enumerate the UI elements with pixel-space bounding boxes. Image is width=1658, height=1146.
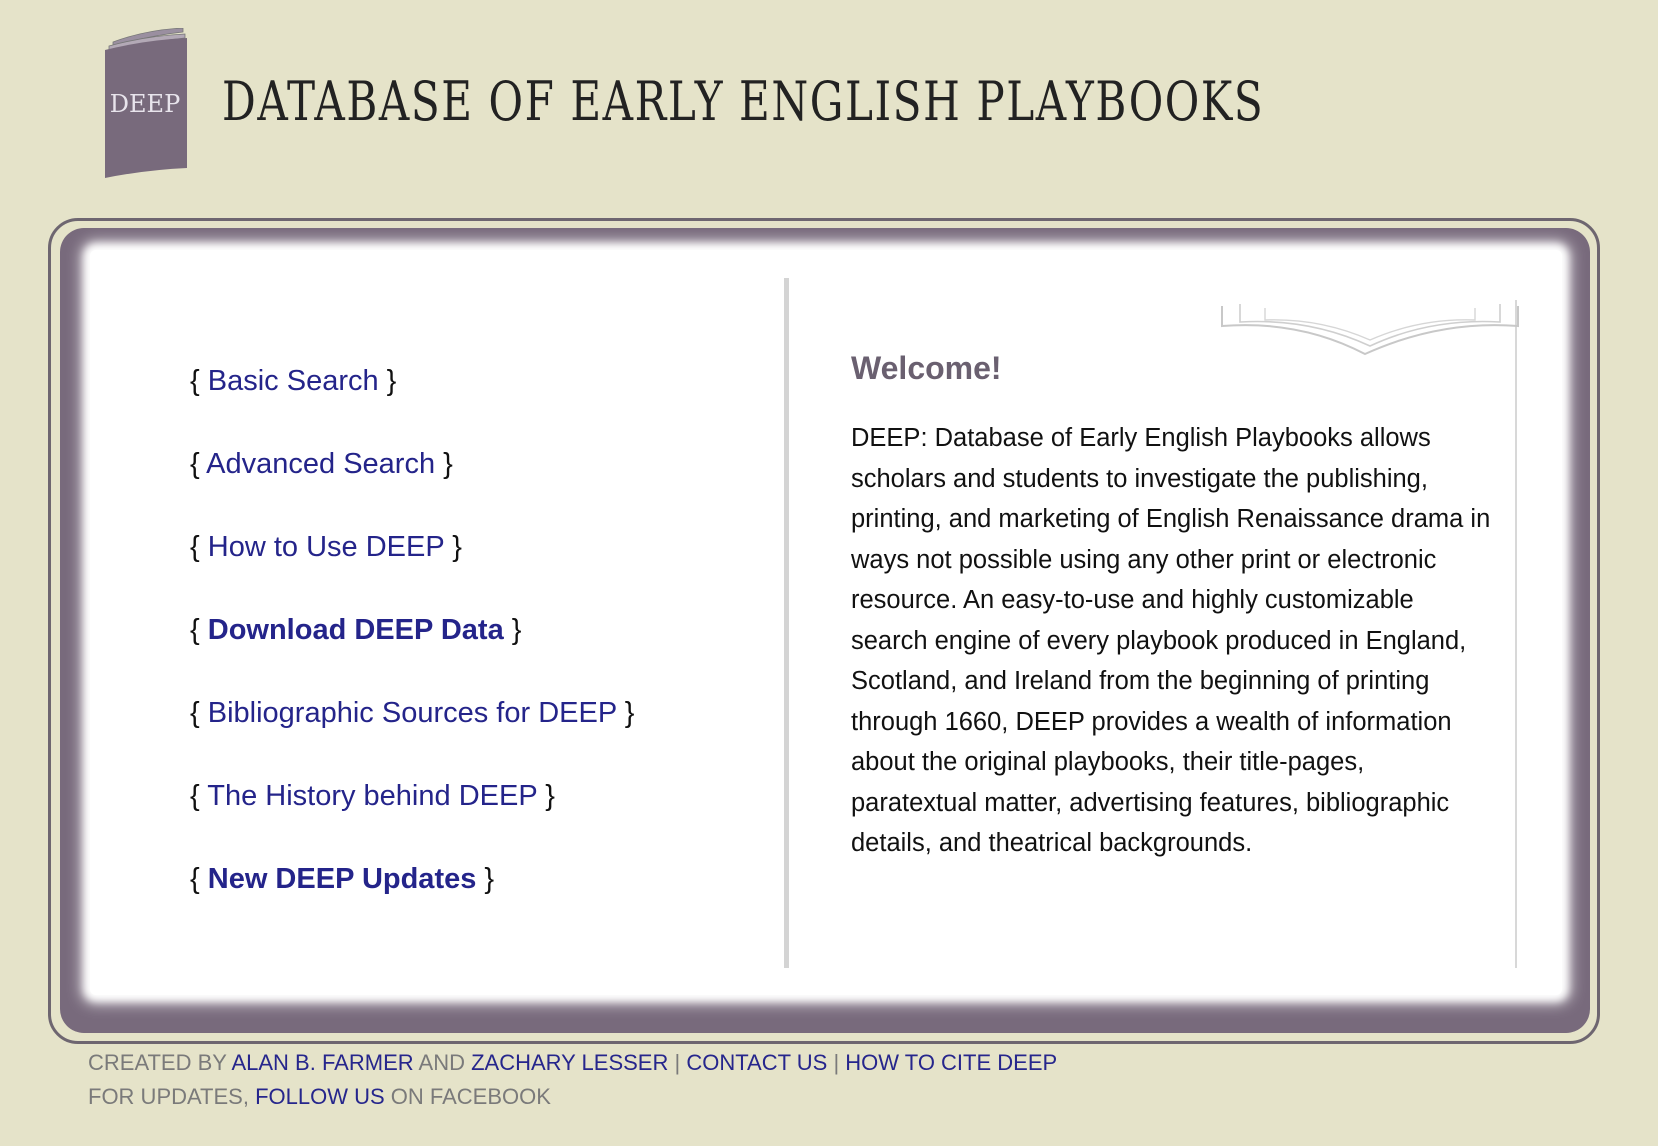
updates-link[interactable]: New DEEP Updates [208, 863, 477, 895]
nav-item-how-to-use: { How to Use DEEP } [190, 530, 634, 564]
author-lesser-link[interactable]: ZACHARY LESSER [471, 1050, 668, 1075]
created-by-label: CREATED BY [88, 1050, 227, 1075]
contact-us-link[interactable]: CONTACT US [686, 1050, 827, 1075]
and-label: AND [418, 1050, 465, 1075]
footer-credits-line: CREATED BY ALAN B. FARMER AND ZACHARY LE… [88, 1046, 1057, 1080]
close-brace: } [545, 780, 555, 812]
nav-item-download-data: { Download DEEP Data } [190, 613, 634, 647]
close-brace: } [624, 697, 635, 729]
author-farmer-link[interactable]: ALAN B. FARMER [231, 1050, 413, 1075]
open-brace: { [190, 863, 200, 895]
welcome-heading: Welcome! [851, 350, 1002, 386]
footer-updates-line: FOR UPDATES, FOLLOW US ON FACEBOOK [88, 1080, 1057, 1114]
nav-item-basic-search: { Basic Search } [190, 364, 634, 398]
footer-separator: | [674, 1050, 681, 1075]
close-brace: } [484, 863, 495, 895]
how-to-use-link[interactable]: How to Use DEEP [208, 531, 444, 563]
open-brace: { [190, 365, 200, 397]
close-brace: } [386, 365, 397, 397]
footer-separator: | [833, 1050, 840, 1075]
site-footer: CREATED BY ALAN B. FARMER AND ZACHARY LE… [88, 1046, 1057, 1114]
open-brace: { [190, 531, 200, 563]
close-brace: } [511, 614, 522, 646]
nav-item-history: { The History behind DEEP } [190, 779, 634, 813]
open-book-ornament-icon [1221, 304, 1519, 356]
column-divider [784, 278, 789, 968]
site-title: DATABASE OF EARLY ENGLISH PLAYBOOKS [222, 70, 1265, 133]
main-nav: { Basic Search } { Advanced Search } { H… [190, 364, 634, 945]
nav-item-bibliographic-sources: { Bibliographic Sources for DEEP } [190, 696, 634, 730]
open-brace: { [190, 614, 200, 646]
open-brace: { [190, 780, 200, 812]
page-edge-rule [1515, 300, 1517, 968]
updates-suffix: ON FACEBOOK [390, 1084, 551, 1109]
how-to-cite-link[interactable]: HOW TO CITE DEEP [845, 1050, 1057, 1075]
basic-search-link[interactable]: Basic Search [208, 365, 379, 397]
deep-logo[interactable]: DEEP [105, 28, 195, 178]
close-brace: } [452, 531, 462, 563]
follow-us-link[interactable]: FOLLOW US [255, 1084, 385, 1109]
download-data-link[interactable]: Download DEEP Data [208, 614, 504, 646]
nav-item-updates: { New DEEP Updates } [190, 862, 634, 896]
updates-prefix: FOR UPDATES, [88, 1084, 249, 1109]
close-brace: } [443, 448, 453, 480]
open-brace: { [190, 697, 200, 729]
svg-text:DEEP: DEEP [110, 90, 180, 118]
nav-item-advanced-search: { Advanced Search } [190, 447, 634, 481]
open-brace: { [190, 448, 200, 480]
history-link[interactable]: The History behind DEEP [207, 780, 537, 812]
welcome-text: DEEP: Database of Early English Playbook… [851, 424, 1491, 857]
bibliographic-sources-link[interactable]: Bibliographic Sources for DEEP [208, 697, 617, 729]
advanced-search-link[interactable]: Advanced Search [206, 448, 435, 480]
